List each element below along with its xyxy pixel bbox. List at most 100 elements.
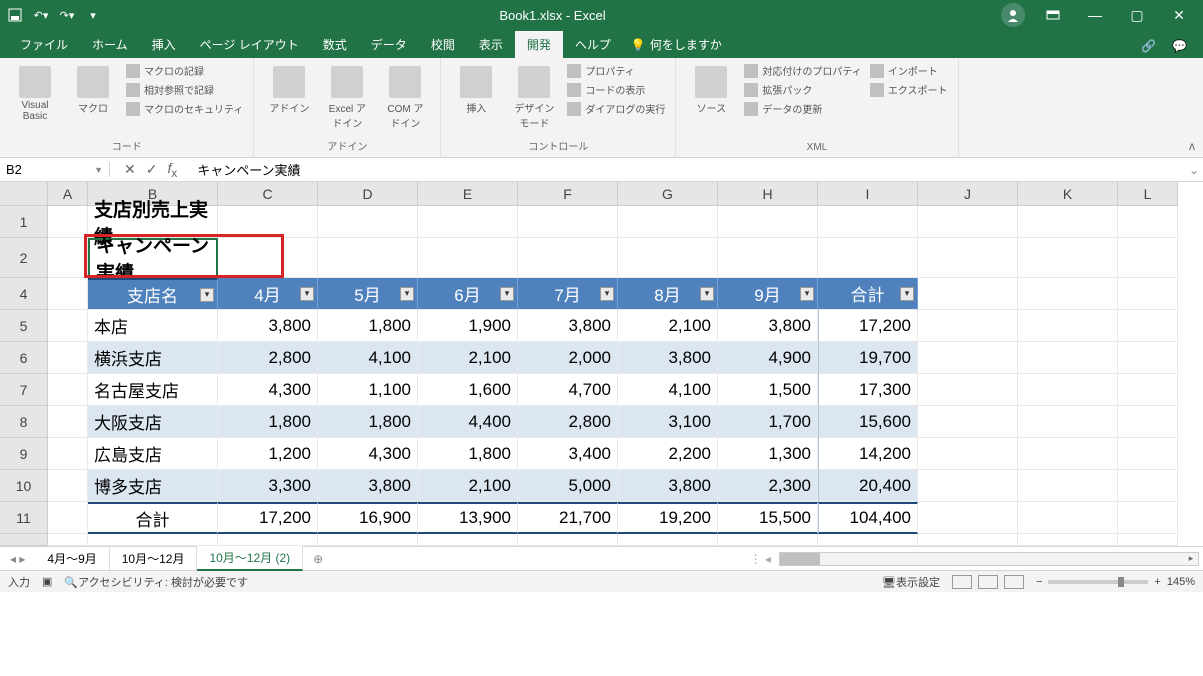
fx-icon[interactable]: fx (167, 160, 177, 180)
table-cell[interactable]: 1,600 (418, 374, 518, 406)
undo-icon[interactable]: ↶▾ (30, 4, 52, 26)
table-total[interactable]: 16,900 (318, 502, 418, 534)
zoom-control[interactable]: − + 145% (1036, 576, 1195, 588)
cell[interactable] (718, 206, 818, 238)
cell[interactable] (48, 502, 88, 534)
zoom-out-icon[interactable]: − (1036, 576, 1042, 588)
table-cell[interactable]: 1,100 (318, 374, 418, 406)
column-header[interactable]: D (318, 182, 418, 206)
cell[interactable] (1018, 406, 1118, 438)
cell[interactable] (48, 406, 88, 438)
cell[interactable] (818, 238, 918, 278)
cell[interactable] (718, 534, 818, 546)
sheet-tab[interactable]: 10月～12月 (110, 547, 198, 570)
tab-file[interactable]: ファイル (8, 31, 80, 58)
column-header[interactable]: J (918, 182, 1018, 206)
cell[interactable] (48, 534, 88, 546)
xml-ext-button[interactable]: 拡張パック (742, 81, 863, 98)
maximize-icon[interactable]: ▢ (1117, 4, 1157, 26)
cell[interactable] (818, 534, 918, 546)
cell[interactable] (1018, 502, 1118, 534)
cell[interactable] (818, 206, 918, 238)
table-cell[interactable]: 20,400 (818, 470, 918, 502)
properties-button[interactable]: プロパティ (565, 62, 667, 79)
table-cell[interactable]: 2,200 (618, 438, 718, 470)
table-cell[interactable]: 15,600 (818, 406, 918, 438)
table-cell[interactable]: 2,100 (418, 342, 518, 374)
table-cell[interactable]: 3,800 (718, 310, 818, 342)
cell[interactable] (1118, 206, 1178, 238)
row-header[interactable]: 11 (0, 502, 48, 534)
table-cell[interactable]: 名古屋支店 (88, 374, 218, 406)
cell[interactable] (918, 238, 1018, 278)
cell[interactable] (1018, 534, 1118, 546)
cell[interactable] (518, 238, 618, 278)
column-header[interactable]: G (618, 182, 718, 206)
table-cell[interactable]: 2,800 (218, 342, 318, 374)
table-header[interactable]: 8月▾ (618, 278, 718, 310)
table-cell[interactable]: 14,200 (818, 438, 918, 470)
cell[interactable] (48, 238, 88, 278)
cell[interactable] (1118, 238, 1178, 278)
view-page-break-button[interactable] (1004, 575, 1024, 589)
row-header[interactable]: 5 (0, 310, 48, 342)
column-header[interactable]: I (818, 182, 918, 206)
cell[interactable] (48, 438, 88, 470)
table-header[interactable]: 合計▾ (818, 278, 918, 310)
table-total[interactable]: 17,200 (218, 502, 318, 534)
xml-map-button[interactable]: 対応付けのプロパティ (742, 62, 863, 79)
collapse-ribbon-icon[interactable]: ʌ (1189, 139, 1195, 153)
table-cell[interactable]: 2,800 (518, 406, 618, 438)
cell[interactable] (918, 406, 1018, 438)
cell[interactable] (318, 534, 418, 546)
cell[interactable] (1118, 534, 1178, 546)
accessibility-status[interactable]: 🔍アクセシビリティ: 検討が必要です (64, 574, 248, 590)
view-normal-button[interactable] (952, 575, 972, 589)
design-mode-button[interactable]: デザイン モード (507, 62, 561, 134)
cell[interactable] (418, 534, 518, 546)
cell[interactable] (1118, 470, 1178, 502)
spreadsheet[interactable]: ABCDEFGHIJKL1支店別売上実績2キャンペーン実績4支店名▾4月▾5月▾… (0, 182, 1203, 546)
filter-button[interactable]: ▾ (400, 287, 414, 301)
table-cell[interactable]: 1,700 (718, 406, 818, 438)
table-cell[interactable]: 3,100 (618, 406, 718, 438)
filter-button[interactable]: ▾ (900, 287, 914, 301)
xml-source-button[interactable]: ソース (684, 62, 738, 119)
column-header[interactable]: E (418, 182, 518, 206)
cell[interactable] (1018, 438, 1118, 470)
run-dialog-button[interactable]: ダイアログの実行 (565, 100, 667, 117)
addins-button[interactable]: アドイン (262, 62, 316, 119)
table-cell[interactable]: 1,500 (718, 374, 818, 406)
cell[interactable] (48, 342, 88, 374)
table-total[interactable]: 15,500 (718, 502, 818, 534)
cell[interactable] (618, 238, 718, 278)
cell[interactable] (618, 534, 718, 546)
column-header[interactable]: F (518, 182, 618, 206)
row-header[interactable] (0, 534, 48, 546)
cell[interactable] (1018, 310, 1118, 342)
table-cell[interactable]: 2,000 (518, 342, 618, 374)
cell[interactable] (1118, 278, 1178, 310)
macro-security-button[interactable]: マクロのセキュリティ (124, 100, 245, 117)
relative-ref-button[interactable]: 相対参照で記録 (124, 81, 245, 98)
table-cell[interactable]: 1,900 (418, 310, 518, 342)
table-cell[interactable]: 4,300 (318, 438, 418, 470)
macros-button[interactable]: マクロ (66, 62, 120, 119)
horizontal-scrollbar[interactable]: ▸ (779, 552, 1199, 566)
row-header[interactable]: 7 (0, 374, 48, 406)
sheet-nav[interactable]: ◂ ▸ (0, 552, 35, 566)
table-cell[interactable]: 1,800 (318, 406, 418, 438)
filter-button[interactable]: ▾ (700, 287, 714, 301)
table-header[interactable]: 5月▾ (318, 278, 418, 310)
table-cell[interactable]: 2,300 (718, 470, 818, 502)
add-sheet-button[interactable]: ⊕ (303, 549, 333, 569)
cell[interactable] (1118, 374, 1178, 406)
cell[interactable] (418, 206, 518, 238)
table-cell[interactable]: 3,800 (318, 470, 418, 502)
table-cell[interactable]: 1,800 (418, 438, 518, 470)
table-cell[interactable]: 4,900 (718, 342, 818, 374)
qa-customize-icon[interactable]: ▾ (82, 4, 104, 26)
cell[interactable] (48, 278, 88, 310)
table-cell[interactable]: 横浜支店 (88, 342, 218, 374)
table-total[interactable]: 21,700 (518, 502, 618, 534)
